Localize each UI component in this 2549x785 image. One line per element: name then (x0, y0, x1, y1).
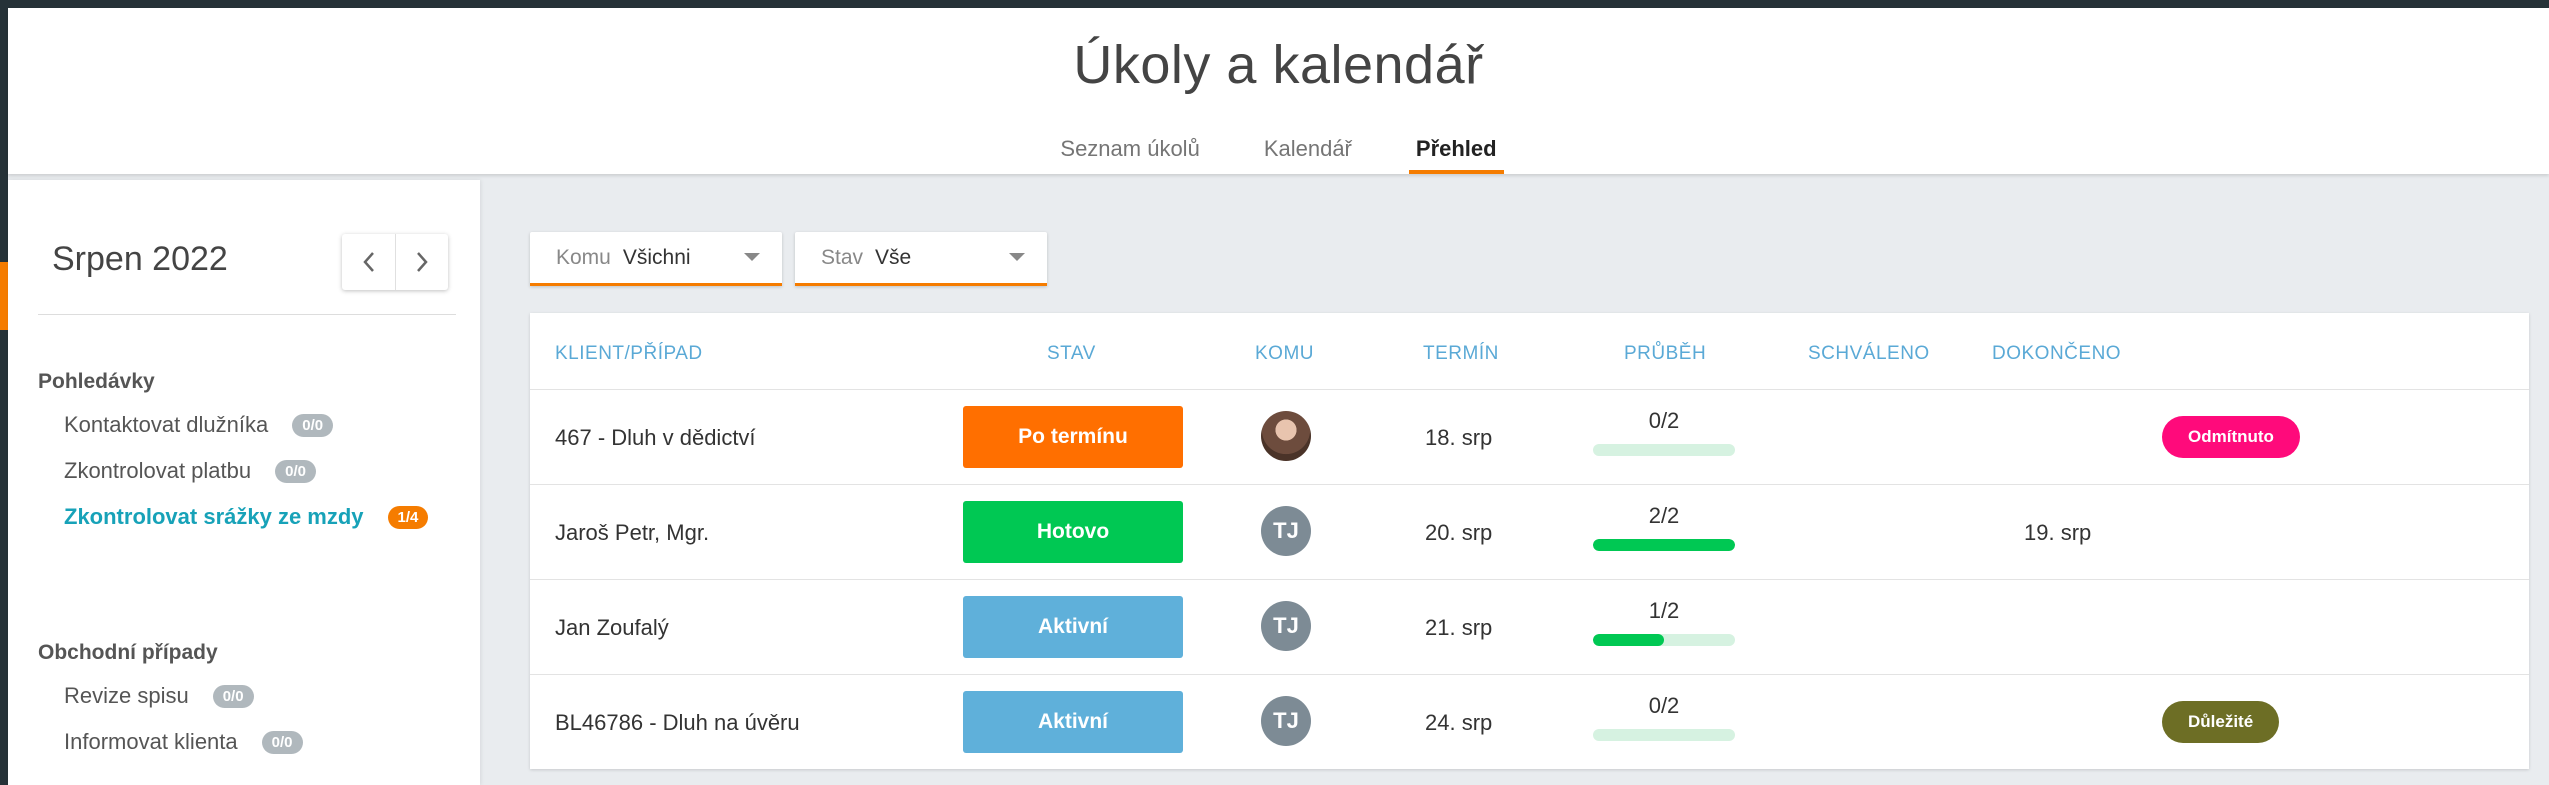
column-header-approved[interactable]: SCHVÁLENO (1808, 343, 1930, 365)
status-filter[interactable]: Stav Vše (795, 232, 1047, 286)
progress-bar (1593, 729, 1735, 741)
chevron-left-icon (362, 252, 374, 272)
assignee-filter[interactable]: Komu Všichni (530, 232, 782, 286)
table-row[interactable]: BL46786 - Dluh na úvěru Aktivní TJ 24. s… (530, 674, 2529, 769)
progress-bar (1593, 634, 1735, 646)
section-heading-receivables: Pohledávky (38, 370, 155, 393)
progress-text: 0/2 (1648, 693, 1680, 718)
sidebar-item-contact-debtor[interactable]: Kontaktovat dlužníka 0/0 (64, 412, 334, 438)
avatar[interactable]: TJ (1261, 601, 1311, 651)
filter-label: Stav (821, 245, 864, 269)
term-cell: 21. srp (1425, 615, 1493, 640)
client-cell: 467 - Dluh v dědictví (555, 425, 756, 450)
tab-calendar[interactable]: Kalendář (1264, 126, 1352, 174)
term-cell: 20. srp (1425, 520, 1493, 545)
table-row[interactable]: Jan Zoufalý Aktivní TJ 21. srp 1/2 (530, 579, 2529, 674)
sidebar-item-label: Zkontrolovat srážky ze mzdy (64, 504, 364, 529)
count-badge: 0/0 (292, 413, 334, 437)
left-accent (0, 262, 8, 330)
done-date-cell: 19. srp (2024, 520, 2092, 545)
status-badge[interactable]: Hotovo (963, 501, 1183, 563)
table-row[interactable]: 467 - Dluh v dědictví Po termínu 18. srp… (530, 389, 2529, 484)
sidebar-item-label: Kontaktovat dlužníka (64, 412, 269, 437)
top-strip (0, 0, 2549, 8)
filter-value: Všichni (622, 245, 691, 269)
client-cell: Jan Zoufalý (555, 615, 669, 640)
caret-down-icon (744, 253, 760, 261)
avatar[interactable]: TJ (1261, 696, 1311, 746)
progress-cell: 2/2 (1593, 503, 1735, 551)
progress-bar (1593, 539, 1735, 551)
section-heading-business-cases: Obchodní případy (38, 641, 218, 664)
count-badge: 0/0 (275, 459, 316, 483)
sidebar-item-inform-client[interactable]: Informovat klienta 0/0 (64, 729, 303, 755)
tab-overview[interactable]: Přehled (1408, 126, 1504, 174)
filter-value: Vše (875, 245, 912, 269)
column-header-client[interactable]: KLIENT/PŘÍPAD (555, 343, 703, 365)
client-cell: BL46786 - Dluh na úvěru (555, 710, 800, 735)
progress-cell: 1/2 (1593, 598, 1735, 646)
count-badge: 0/0 (261, 730, 303, 754)
term-cell: 24. srp (1425, 710, 1493, 735)
progress-fill (1593, 539, 1735, 551)
status-badge[interactable]: Aktivní (963, 691, 1183, 753)
header: Úkoly a kalendář Seznam úkolů Kalendář P… (8, 8, 2549, 174)
progress-bar (1593, 444, 1735, 456)
sidebar-item-file-review[interactable]: Revize spisu 0/0 (64, 683, 254, 709)
progress-text: 1/2 (1648, 598, 1680, 623)
task-table: KLIENT/PŘÍPAD STAV KOMU TERMÍN PRŮBĚH SC… (530, 313, 2529, 769)
status-badge[interactable]: Po termínu (963, 406, 1183, 468)
left-frame (0, 0, 8, 785)
column-header-done[interactable]: DOKONČENO (1992, 343, 2121, 365)
avatar[interactable] (1261, 411, 1311, 461)
caret-down-icon (1009, 253, 1025, 261)
sidebar-item-label: Zkontrolovat platbu (64, 458, 252, 483)
count-badge: 0/0 (212, 684, 254, 708)
status-badge[interactable]: Aktivní (963, 596, 1183, 658)
progress-fill (1593, 634, 1664, 646)
sidebar: Srpen 2022 Pohledávky Kontaktovat dlužní… (8, 180, 480, 785)
month-title: Srpen 2022 (52, 240, 228, 278)
progress-cell: 0/2 (1593, 693, 1735, 741)
progress-cell: 0/2 (1593, 408, 1735, 456)
sidebar-item-check-payment[interactable]: Zkontrolovat platbu 0/0 (64, 458, 316, 484)
tab-bar: Seznam úkolů Kalendář Přehled (8, 126, 2549, 174)
tab-task-list[interactable]: Seznam úkolů (1060, 126, 1199, 174)
month-navigation (342, 234, 448, 290)
tag-badge: Důležité (2162, 701, 2280, 743)
sidebar-divider (38, 314, 456, 315)
client-cell: Jaroš Petr, Mgr. (555, 520, 710, 545)
filter-label: Komu (556, 245, 611, 269)
previous-month-button[interactable] (342, 234, 395, 290)
page-title: Úkoly a kalendář (1073, 35, 1484, 95)
progress-text: 0/2 (1648, 408, 1680, 433)
count-badge: 1/4 (387, 505, 429, 529)
chevron-right-icon (417, 252, 428, 272)
column-header-status[interactable]: STAV (1047, 343, 1096, 365)
table-row[interactable]: Jaroš Petr, Mgr. Hotovo TJ 20. srp 2/2 1… (530, 484, 2529, 579)
sidebar-item-label: Informovat klienta (64, 729, 238, 754)
column-header-assignee[interactable]: KOMU (1255, 343, 1314, 365)
tag-badge: Odmítnuto (2162, 416, 2300, 458)
column-header-term[interactable]: TERMÍN (1423, 343, 1499, 365)
term-cell: 18. srp (1425, 425, 1493, 450)
sidebar-item-check-wage-deductions[interactable]: Zkontrolovat srážky ze mzdy 1/4 (64, 504, 429, 530)
column-header-progress[interactable]: PRŮBĚH (1624, 343, 1706, 365)
sidebar-item-label: Revize spisu (64, 683, 189, 708)
next-month-button[interactable] (395, 234, 448, 290)
progress-text: 2/2 (1648, 503, 1680, 528)
avatar[interactable]: TJ (1261, 506, 1311, 556)
